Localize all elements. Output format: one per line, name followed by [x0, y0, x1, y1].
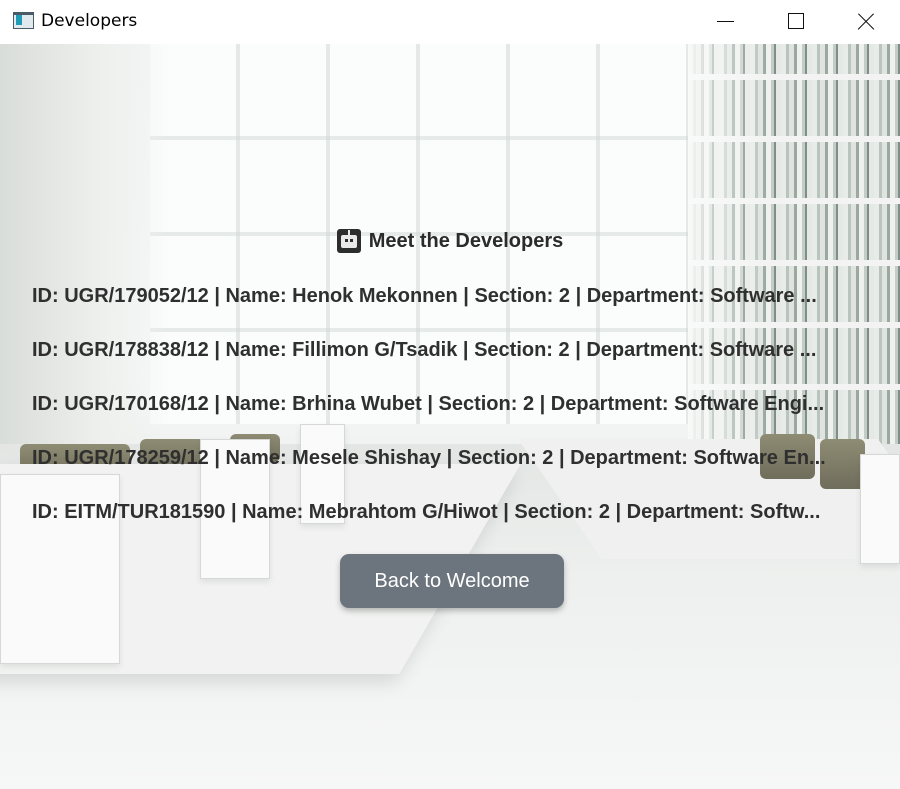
maximize-icon — [788, 13, 804, 29]
background-image — [0, 44, 900, 789]
background-laptop — [860, 454, 900, 564]
developer-row: ID: UGR/178259/12 | Name: Mesele Shishay… — [32, 447, 826, 469]
app-window-icon — [13, 12, 34, 29]
title-bar: Developers — [0, 0, 900, 44]
minimize-icon — [717, 21, 734, 23]
page-title: Meet the Developers — [368, 229, 564, 252]
developer-row: ID: UGR/178838/12 | Name: Fillimon G/Tsa… — [32, 339, 817, 361]
developer-row: ID: UGR/179052/12 | Name: Henok Mekonnen… — [32, 285, 817, 307]
robot-icon — [336, 229, 361, 253]
window-title: Developers — [41, 11, 138, 31]
close-button[interactable] — [831, 0, 900, 44]
maximize-button[interactable] — [761, 0, 831, 44]
minimize-button[interactable] — [691, 0, 761, 44]
page-heading: Meet the Developers — [0, 229, 900, 253]
developer-row: ID: EITM/TUR181590 | Name: Mebrahtom G/H… — [32, 501, 821, 523]
close-icon — [857, 13, 875, 31]
developer-row: ID: UGR/170168/12 | Name: Brhina Wubet |… — [32, 393, 825, 415]
back-to-welcome-button[interactable]: Back to Welcome — [340, 554, 564, 608]
